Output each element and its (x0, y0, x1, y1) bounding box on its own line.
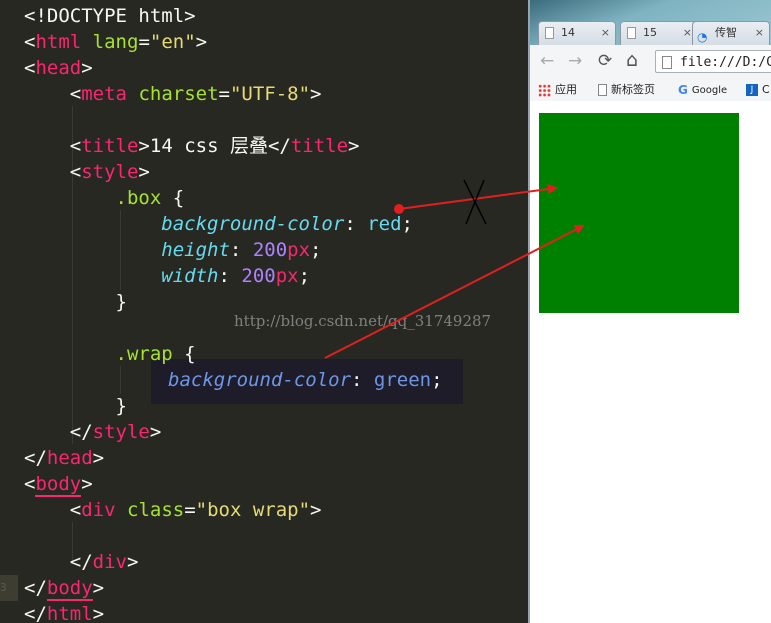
code-line: <style> (69, 161, 150, 183)
browser-toolbar: ← → ⟳ ⌂ file:///D:/C (530, 45, 771, 80)
browser-tab[interactable]: 15 × (620, 21, 698, 45)
bookmark-label: C (762, 83, 770, 96)
tag-meta: meta (81, 83, 127, 105)
code-line: .wrap { (115, 343, 196, 365)
bookmark-google[interactable]: G Google (678, 82, 727, 99)
prop-background-color: background-color (161, 213, 345, 235)
code-line: } (115, 291, 127, 313)
tab-label: 14 (561, 26, 575, 39)
tag-head: head (35, 57, 82, 79)
tag-body: body (35, 473, 82, 497)
close-icon[interactable]: × (755, 22, 764, 44)
back-icon[interactable]: ← (540, 51, 554, 71)
code-line: } (115, 395, 127, 417)
tab-label: 15 (643, 26, 657, 39)
tag-div-close: div (92, 551, 127, 573)
browser-window: 14 × 15 × ◔ 传智 × ← → ⟳ ⌂ file:///D:/C 应用… (528, 0, 771, 623)
close-icon[interactable]: × (683, 22, 692, 44)
tag-style: style (81, 161, 139, 183)
title-text: 14 css 层叠 (149, 135, 268, 157)
code-line: </head> (24, 447, 105, 469)
forward-icon[interactable]: → (568, 51, 582, 71)
code-line: <title>14 css 层叠</title> (69, 135, 360, 157)
bookmark-apps[interactable]: 应用 (538, 82, 577, 98)
code-line: height: 200px; (161, 239, 322, 261)
page-icon (627, 27, 636, 39)
attr-charset: charset (138, 83, 219, 105)
page-icon (662, 56, 672, 69)
prop-height: height (161, 239, 230, 261)
page-icon (545, 27, 554, 39)
bookmark-label: 新标签页 (611, 83, 655, 96)
selector-wrap: .wrap (115, 343, 173, 365)
value-number: 200 (241, 265, 276, 287)
spinner-icon: ◔ (697, 30, 708, 44)
code-line: .box { (115, 187, 185, 209)
code-line: background-color: red; (161, 213, 413, 235)
browser-tab[interactable]: ◔ 传智 × (692, 21, 770, 45)
apps-grid-icon (538, 83, 551, 97)
attr-value: "UTF-8" (229, 83, 311, 105)
prop-width: width (161, 265, 219, 287)
tag-html: html (35, 31, 82, 53)
doctype-text: <!DOCTYPE html> (24, 5, 196, 27)
value-unit: px (275, 265, 299, 287)
code-line: <div class="box wrap"> (69, 499, 322, 521)
reload-icon[interactable]: ⟳ (598, 51, 612, 71)
home-icon[interactable]: ⌂ (626, 49, 638, 71)
bookmark-label: 应用 (555, 83, 577, 96)
bookmarks-bar: 应用 新标签页 G Google JC (530, 79, 771, 102)
value-unit: px (287, 239, 311, 261)
code-line: <meta charset="UTF-8"> (69, 83, 322, 105)
code-line: <head> (24, 57, 93, 79)
code-line: width: 200px; (161, 265, 311, 287)
address-bar[interactable]: file:///D:/C (655, 50, 771, 73)
tag-title-close: title (290, 135, 349, 157)
prop-background-color: background-color (168, 369, 352, 391)
code-line: </style> (69, 421, 162, 443)
current-line-number: 3 (0, 575, 18, 601)
tag-title: title (81, 135, 139, 157)
google-icon: G (678, 83, 688, 97)
code-line: </body> (24, 577, 105, 601)
selector-box: .box (115, 187, 162, 209)
code-line: </html> (24, 603, 105, 623)
tab-label: 传智 (715, 26, 737, 39)
tag-html-close: html (46, 603, 93, 623)
tag-body-close: body (46, 577, 93, 601)
value-number: 200 (252, 239, 288, 261)
line-gutter: 3 (0, 0, 18, 623)
indent-guide (120, 366, 121, 394)
attr-lang: lang (92, 31, 139, 53)
tag-head-close: head (46, 447, 93, 469)
value-red: red (367, 213, 402, 235)
j-icon: J (746, 84, 758, 96)
attr-value: "box wrap" (195, 499, 311, 521)
address-text: file:///D:/C (680, 55, 771, 70)
close-icon[interactable]: × (601, 22, 610, 44)
line-number (0, 3, 18, 29)
attr-class: class (127, 499, 185, 521)
page-icon (598, 84, 607, 96)
code-line: <!DOCTYPE html> (24, 3, 196, 29)
rendered-green-box (539, 113, 739, 313)
watermark-text: http://blog.csdn.net/qq_31749287 (234, 312, 492, 330)
attr-value: "en" (149, 31, 196, 53)
bookmark-j[interactable]: JC (746, 82, 770, 98)
code-line: <body> (24, 473, 93, 497)
bookmark-new-tab[interactable]: 新标签页 (598, 82, 655, 98)
page-content (530, 101, 771, 623)
code-line: <html lang="en"> (24, 31, 208, 53)
tag-div: div (81, 499, 116, 521)
browser-titlebar: 14 × 15 × ◔ 传智 × (530, 0, 771, 45)
code-line-highlighted: background-color: green; (168, 369, 443, 391)
code-line: </div> (69, 551, 139, 573)
browser-tab[interactable]: 14 × (538, 21, 616, 45)
bookmark-label: Google (691, 85, 728, 96)
value-green: green (373, 369, 432, 391)
tag-style-close: style (92, 421, 150, 443)
